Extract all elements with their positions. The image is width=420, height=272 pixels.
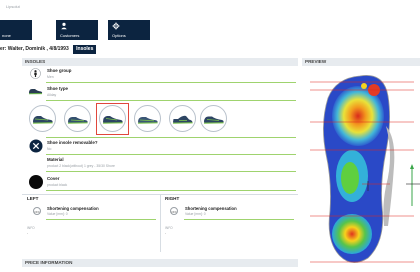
right-label: RIGHT [165, 196, 180, 201]
shoe-type-value[interactable]: Allday [47, 93, 56, 97]
nav-tile-options-label: Options [112, 33, 126, 38]
right-info-label: INFO [165, 226, 173, 230]
shoe-type-underline [46, 100, 296, 101]
nav-tile-home-label: none [2, 33, 11, 38]
shoe-icon [137, 117, 158, 124]
shoe-type-title: Shoe type [47, 86, 68, 91]
cover-title: Cover [47, 176, 60, 181]
top-bar: Lipsolut none Customers Options [0, 0, 420, 44]
shoe-option-2[interactable] [64, 105, 91, 132]
close-icon [29, 139, 43, 153]
left-shortening-title: Shortening compensation [47, 206, 99, 211]
right-shortening-value[interactable]: Value [mm]: 0 [185, 212, 206, 216]
insoles-panel-header: INSOLES [22, 58, 298, 66]
right-shortening-underline [184, 219, 294, 220]
shoe-icon [203, 116, 224, 124]
left-label: LEFT [27, 196, 39, 201]
shoe-group-value[interactable]: Men [47, 75, 54, 79]
left-info-value: - [27, 231, 29, 235]
price-information-header[interactable]: PRICE INFORMATION [22, 259, 298, 267]
shoe-option-5[interactable] [169, 105, 196, 132]
right-shortening-title: Shortening compensation [185, 206, 237, 211]
insole-removable-value[interactable]: No [47, 147, 51, 151]
gear-icon [112, 22, 120, 30]
preview-panel-header: PREVIEW [302, 58, 420, 66]
cover-color-swatch [29, 175, 43, 189]
shoe-options-underline [46, 137, 296, 138]
shoe-icon [172, 115, 193, 124]
shoe-option-1[interactable] [29, 105, 56, 132]
breadcrumb-insoles-badge[interactable]: Insoles [73, 45, 97, 54]
app-name: Lipsolut [6, 4, 20, 9]
shoe-option-4[interactable] [134, 105, 161, 132]
breadcrumb-customer[interactable]: er: Walter, Dominik , 4/8/1993 [0, 46, 69, 52]
shoe-icon [32, 116, 53, 124]
nav-tile-customers[interactable]: Customers [56, 20, 98, 40]
shoe-icon [67, 117, 88, 124]
shoe-option-selected-highlight [96, 103, 129, 135]
cover-underline [46, 190, 296, 191]
person-icon [61, 22, 67, 30]
cover-value[interactable]: product black [47, 183, 67, 187]
material-title: Material [47, 157, 64, 162]
left-shortening-value[interactable]: Value [mm]: 0 [47, 212, 68, 216]
nav-tile-customers-label: Customers [60, 33, 80, 38]
right-info-value: - [165, 231, 167, 235]
removable-underline [46, 154, 296, 155]
insole-pressure-preview[interactable] [302, 66, 420, 272]
insole-removable-title: Shoe insole removable? [47, 140, 98, 145]
right-shortening-icon: OFF [170, 207, 178, 215]
nav-tile-options[interactable]: Options [108, 20, 150, 40]
shoe-type-icon [28, 89, 43, 95]
shoe-group-icon [30, 68, 41, 79]
breadcrumb: er: Walter, Dominik , 4/8/1993 Insoles [0, 45, 97, 54]
left-info-label: INFO [27, 226, 35, 230]
shoe-group-underline [46, 82, 296, 83]
material-underline [46, 171, 296, 172]
left-right-divider [160, 194, 161, 252]
shoe-option-6[interactable] [200, 105, 227, 132]
left-shortening-underline [46, 219, 156, 220]
nav-tile-home[interactable]: none [0, 20, 32, 40]
left-shortening-icon: OFF [33, 207, 41, 215]
shoe-group-title: Shoe group [47, 68, 72, 73]
material-value[interactable]: product 2 black(without) 1 grey - 35/30 … [47, 164, 115, 168]
